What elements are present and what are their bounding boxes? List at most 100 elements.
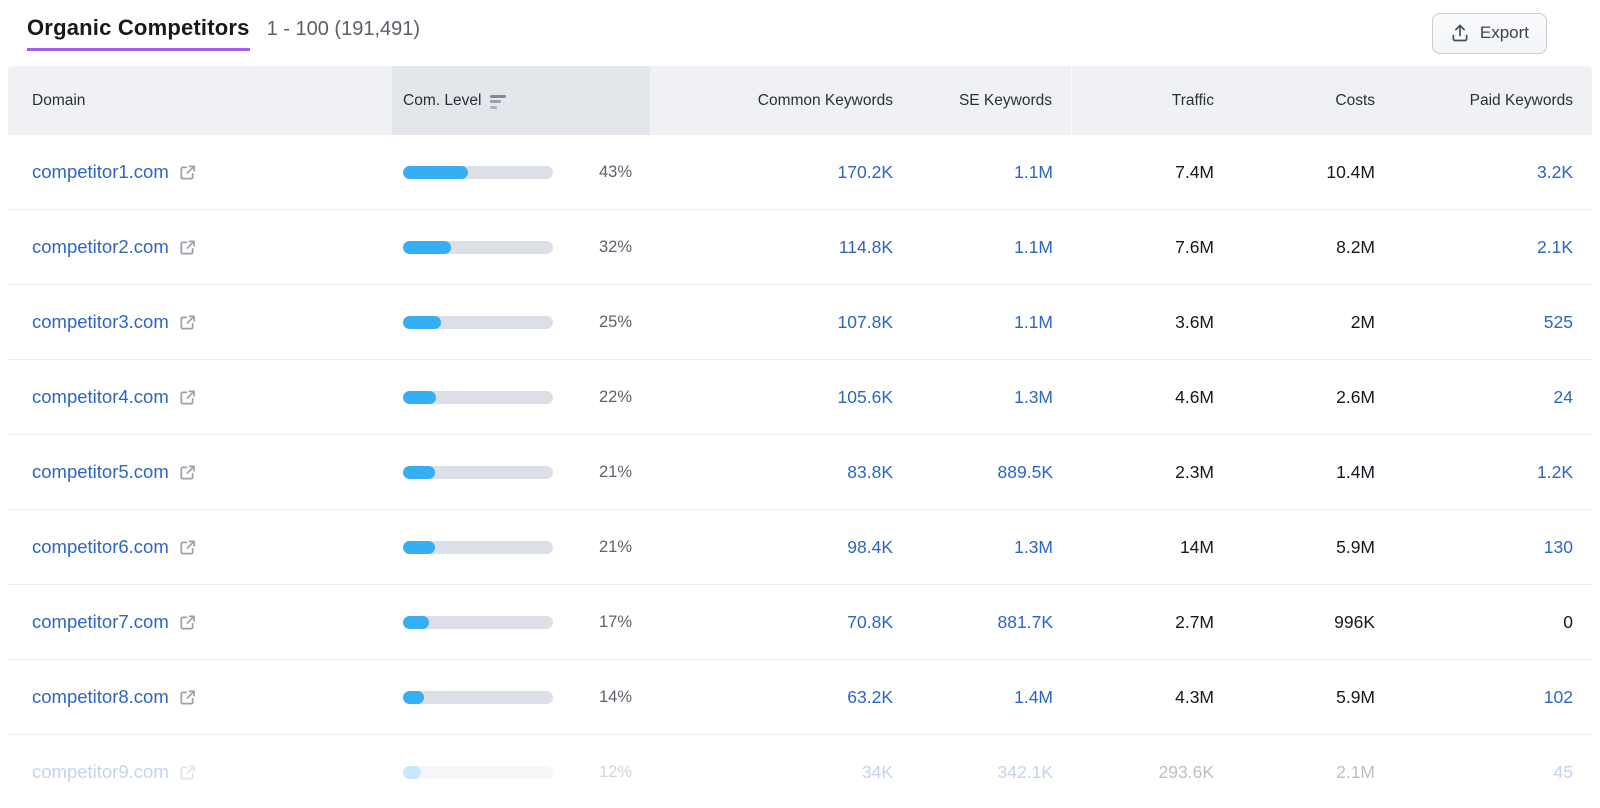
se-keywords-cell: 881.7K [912, 612, 1072, 633]
domain-link[interactable]: competitor4.com [32, 386, 169, 408]
column-header-common-keywords[interactable]: Common Keywords [650, 66, 912, 135]
external-link-icon[interactable] [178, 238, 197, 257]
se-keywords-value[interactable]: 1.1M [1014, 162, 1053, 183]
paid-keywords-cell: 2.1K [1394, 237, 1592, 258]
se-keywords-value[interactable]: 342.1K [998, 762, 1053, 783]
common-keywords-value[interactable]: 34K [862, 762, 893, 783]
column-header-costs[interactable]: Costs [1233, 66, 1394, 135]
paid-keywords-value[interactable]: 45 [1554, 762, 1573, 783]
se-keywords-value[interactable]: 1.1M [1014, 237, 1053, 258]
common-keywords-value[interactable]: 114.8K [839, 237, 893, 258]
costs-cell: 1.4M [1233, 462, 1394, 483]
common-keywords-value[interactable]: 70.8K [847, 612, 893, 633]
competition-level-bar-fill [403, 465, 435, 479]
common-keywords-cell: 170.2K [650, 162, 912, 183]
paid-keywords-cell: 3.2K [1394, 162, 1592, 183]
paid-keywords-cell: 130 [1394, 537, 1592, 558]
costs-value: 10.4M [1326, 161, 1375, 182]
paid-keywords-value[interactable]: 2.1K [1537, 237, 1573, 258]
domain-cell: competitor3.com [8, 311, 392, 333]
traffic-cell: 3.6M [1072, 312, 1233, 333]
competition-level-cell: 32% [392, 238, 650, 257]
column-header-traffic[interactable]: Traffic [1072, 66, 1233, 135]
common-keywords-value[interactable]: 83.8K [847, 462, 893, 483]
external-link-icon[interactable] [178, 388, 197, 407]
se-keywords-cell: 889.5K [912, 462, 1072, 483]
competition-level-cell: 22% [392, 388, 650, 407]
domain-link[interactable]: competitor9.com [32, 761, 169, 783]
common-keywords-value[interactable]: 98.4K [847, 537, 893, 558]
common-keywords-value[interactable]: 170.2K [838, 162, 893, 183]
se-keywords-value[interactable]: 889.5K [998, 462, 1053, 483]
export-button[interactable]: Export [1431, 12, 1547, 54]
column-header-com-level[interactable]: Com. Level [392, 66, 650, 135]
table-body: competitor1.com 43% 170.2K 1.1M 7.4M 10.… [8, 135, 1592, 808]
paid-keywords-value[interactable]: 1.2K [1537, 462, 1573, 483]
external-link-icon[interactable] [178, 163, 197, 182]
common-keywords-value[interactable]: 105.6K [838, 387, 893, 408]
column-header-se-keywords[interactable]: SE Keywords [912, 66, 1072, 135]
traffic-value: 2.7M [1175, 611, 1214, 632]
traffic-value: 4.6M [1175, 386, 1214, 407]
traffic-cell: 14M [1072, 537, 1233, 558]
paid-keywords-cell: 45 [1394, 762, 1592, 783]
table-row: competitor6.com 21% 98.4K 1.3M 14M 5.9M [8, 510, 1592, 585]
external-link-icon[interactable] [178, 463, 197, 482]
competition-level-bar-fill [403, 165, 468, 179]
column-header-paid-keywords[interactable]: Paid Keywords [1394, 66, 1592, 135]
traffic-value: 2.3M [1175, 461, 1214, 482]
competition-level-bar-fill [403, 315, 441, 329]
domain-link[interactable]: competitor6.com [32, 536, 169, 558]
common-keywords-value[interactable]: 63.2K [847, 687, 893, 708]
domain-link[interactable]: competitor1.com [32, 161, 169, 183]
common-keywords-cell: 98.4K [650, 537, 912, 558]
table-header-row: Domain Com. Level Common Keywords SE Key… [8, 66, 1592, 135]
upload-icon [1452, 24, 1468, 42]
external-link-icon[interactable] [178, 688, 197, 707]
external-link-icon[interactable] [178, 613, 197, 632]
paid-keywords-value[interactable]: 24 [1554, 387, 1573, 408]
se-keywords-value[interactable]: 1.1M [1014, 312, 1053, 333]
traffic-cell: 4.3M [1072, 687, 1233, 708]
domain-link[interactable]: competitor2.com [32, 236, 169, 258]
paid-keywords-value[interactable]: 130 [1544, 537, 1573, 558]
se-keywords-value[interactable]: 1.4M [1014, 687, 1053, 708]
domain-link[interactable]: competitor8.com [32, 686, 169, 708]
sort-descending-icon [490, 94, 507, 109]
domain-link[interactable]: competitor5.com [32, 461, 169, 483]
costs-cell: 8.2M [1233, 237, 1394, 258]
paid-keywords-value[interactable]: 3.2K [1537, 162, 1573, 183]
table-row: competitor1.com 43% 170.2K 1.1M 7.4M 10.… [8, 135, 1592, 210]
results-range: 1 - 100 (191,491) [266, 18, 421, 40]
traffic-value: 7.4M [1175, 161, 1214, 182]
se-keywords-value[interactable]: 1.3M [1014, 537, 1053, 558]
domain-cell: competitor9.com [8, 761, 392, 783]
se-keywords-value[interactable]: 1.3M [1014, 387, 1053, 408]
column-header-domain[interactable]: Domain [8, 66, 392, 135]
competition-level-bar-fill [403, 540, 435, 554]
costs-value: 5.9M [1336, 536, 1375, 557]
se-keywords-cell: 1.3M [912, 387, 1072, 408]
competition-level-cell: 17% [392, 613, 650, 632]
external-link-icon[interactable] [178, 763, 197, 782]
competition-level-cell: 43% [392, 163, 650, 182]
traffic-cell: 2.3M [1072, 462, 1233, 483]
costs-value: 2.6M [1336, 386, 1375, 407]
se-keywords-value[interactable]: 881.7K [998, 612, 1053, 633]
common-keywords-cell: 114.8K [650, 237, 912, 258]
paid-keywords-value[interactable]: 102 [1544, 687, 1573, 708]
domain-cell: competitor2.com [8, 236, 392, 258]
competition-level-percent: 22% [599, 387, 633, 406]
export-label: Export [1479, 23, 1529, 42]
common-keywords-cell: 34K [650, 762, 912, 783]
domain-link[interactable]: competitor3.com [32, 311, 169, 333]
external-link-icon[interactable] [178, 313, 197, 332]
domain-link[interactable]: competitor7.com [32, 611, 169, 633]
common-keywords-value[interactable]: 107.8K [838, 312, 893, 333]
external-link-icon[interactable] [178, 538, 197, 557]
paid-keywords-value[interactable]: 525 [1544, 312, 1573, 333]
se-keywords-cell: 1.1M [912, 312, 1072, 333]
traffic-value: 7.6M [1175, 236, 1214, 257]
se-keywords-cell: 1.1M [912, 237, 1072, 258]
traffic-cell: 293.6K [1072, 762, 1233, 783]
